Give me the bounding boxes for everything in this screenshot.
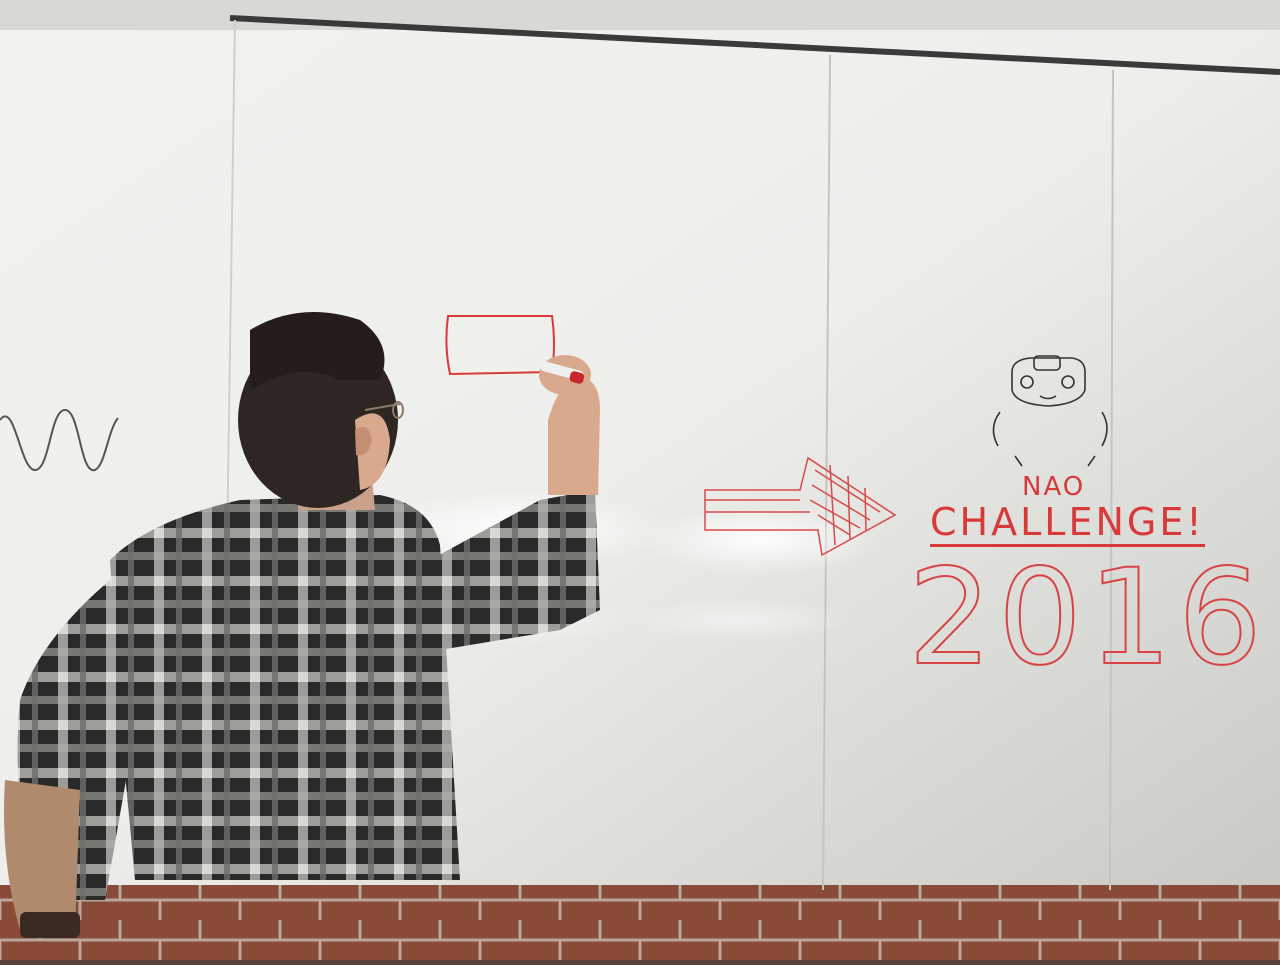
year-text: 2016	[907, 541, 1268, 695]
brick-wall	[0, 880, 1280, 960]
photo-scene: NAO CHALLENGE! 2016	[0, 0, 1280, 960]
challenge-text: CHALLENGE!	[930, 500, 1205, 547]
torso	[110, 495, 460, 880]
scene-svg	[0, 0, 1280, 960]
nao-text: NAO	[1022, 472, 1086, 502]
rolled-sleeve	[4, 780, 80, 930]
wristwatch	[20, 912, 80, 938]
